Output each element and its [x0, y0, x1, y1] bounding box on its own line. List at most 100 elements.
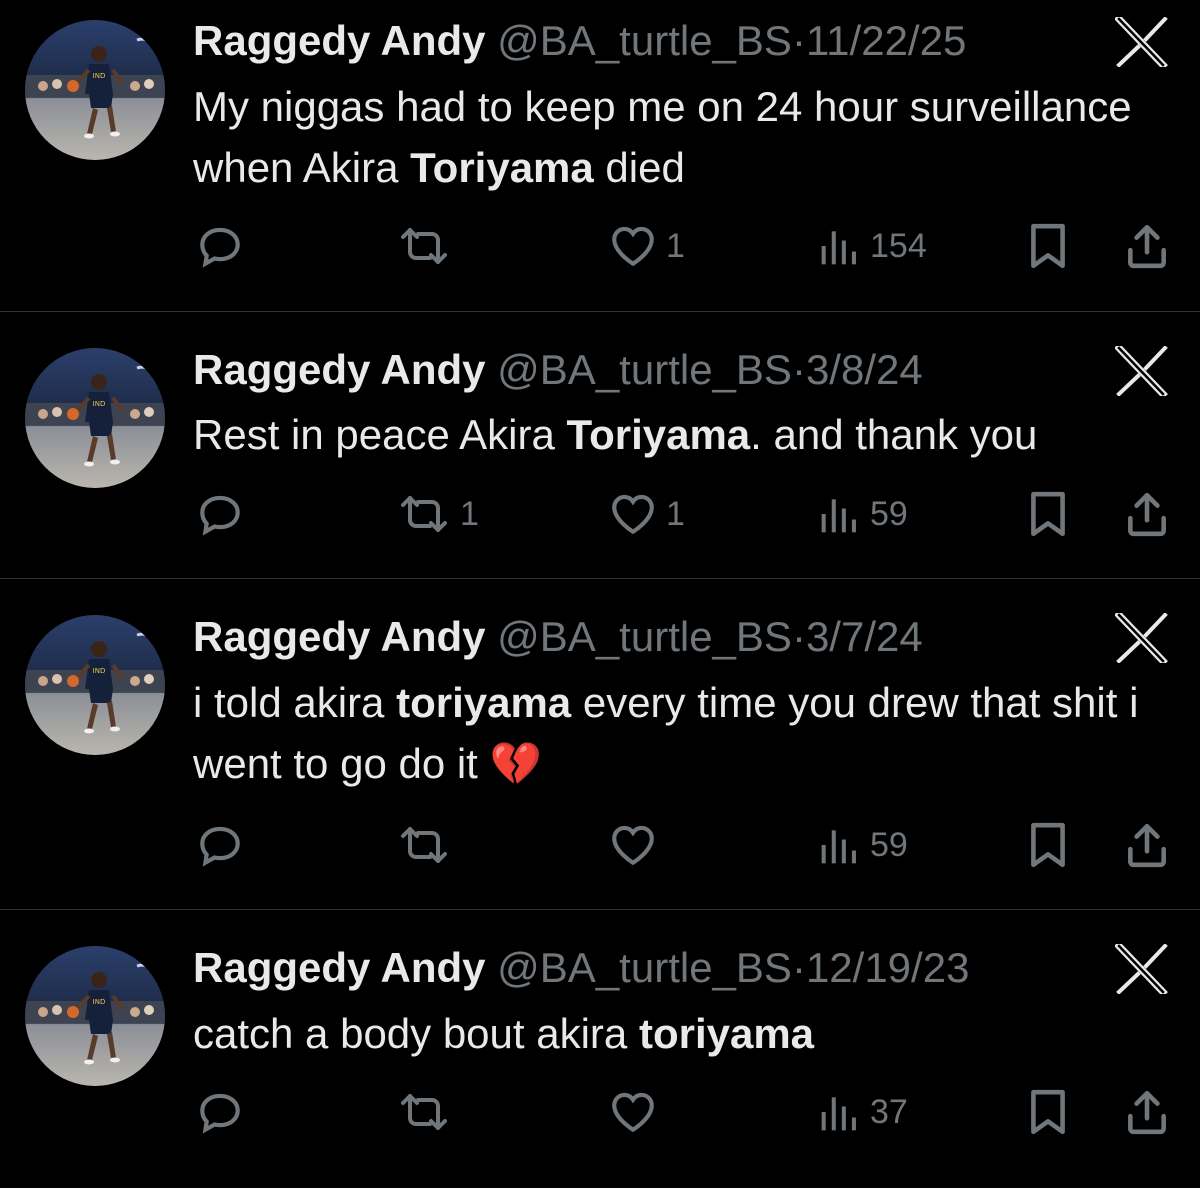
- tweet-text-segment: 💔: [489, 740, 542, 787]
- views-count: 59: [870, 494, 908, 533]
- like-button[interactable]: 1: [608, 489, 685, 539]
- bookmark-button[interactable]: [1025, 1087, 1071, 1137]
- svg-text:IND: IND: [93, 72, 106, 80]
- repost-button[interactable]: [396, 221, 460, 271]
- tweet-date[interactable]: 11/22/25: [806, 17, 966, 64]
- avatar[interactable]: IND: [25, 20, 165, 160]
- share-icon: [1124, 489, 1170, 539]
- highlighted-term: toriyama: [396, 679, 572, 726]
- tweet-date[interactable]: 3/8/24: [806, 346, 923, 393]
- tweet-text-segment: i told akira: [193, 679, 397, 726]
- tweet-date[interactable]: 12/19/23: [806, 944, 970, 991]
- tweet-text-segment: Rest in peace Akira: [193, 411, 567, 458]
- repost-button[interactable]: 1: [396, 489, 479, 539]
- svg-text:IND: IND: [93, 667, 106, 675]
- heart-icon: [608, 221, 658, 271]
- views-button[interactable]: 37: [818, 1090, 908, 1134]
- bookmark-button[interactable]: [1025, 820, 1071, 870]
- repost-icon: [396, 489, 452, 539]
- like-button[interactable]: [608, 820, 666, 870]
- separator-dot: ·: [791, 346, 806, 393]
- repost-button[interactable]: [396, 1087, 460, 1137]
- reply-icon: [195, 820, 245, 870]
- tweet-text: i told akira toriyama every time you dre…: [193, 672, 1183, 794]
- bookmark-button[interactable]: [1025, 221, 1071, 271]
- avatar[interactable]: IND: [25, 946, 165, 1086]
- heart-icon: [608, 820, 658, 870]
- views-button[interactable]: 59: [818, 492, 908, 536]
- share-button[interactable]: [1124, 221, 1170, 271]
- tweet-actions: 37: [0, 1084, 1200, 1140]
- tweet-header: Raggedy Andy @BA_turtle_BS·11/22/25: [193, 15, 966, 67]
- tweet-actions: 1 1 59: [0, 486, 1200, 542]
- bookmark-button[interactable]: [1025, 489, 1071, 539]
- reply-button[interactable]: [195, 221, 253, 271]
- avatar[interactable]: IND: [25, 615, 165, 755]
- display-name[interactable]: Raggedy Andy: [193, 613, 485, 660]
- tweet-text: My niggas had to keep me on 24 hour surv…: [193, 76, 1183, 198]
- repost-button[interactable]: [396, 820, 460, 870]
- share-icon: [1124, 1087, 1170, 1137]
- highlighted-term: Toriyama: [410, 144, 594, 191]
- reply-icon: [195, 221, 245, 271]
- bookmark-icon: [1025, 221, 1071, 271]
- tweet-divider: [0, 578, 1200, 579]
- tweet-text: catch a body bout akira toriyama: [193, 1003, 1183, 1064]
- svg-text:IND: IND: [93, 998, 106, 1006]
- tweet-text-segment: . and thank you: [750, 411, 1038, 458]
- reposts-count: 1: [460, 494, 479, 533]
- tweet-text: Rest in peace Akira Toriyama. and thank …: [193, 404, 1183, 465]
- views-icon: [818, 823, 862, 867]
- user-handle[interactable]: @BA_turtle_BS: [497, 944, 792, 991]
- highlighted-term: toriyama: [638, 1010, 815, 1057]
- tweet-actions: 59: [0, 817, 1200, 873]
- bookmark-icon: [1025, 489, 1071, 539]
- display-name[interactable]: Raggedy Andy: [193, 17, 485, 64]
- views-count: 154: [870, 226, 927, 265]
- views-count: 59: [870, 825, 908, 864]
- reply-icon: [195, 1087, 245, 1137]
- tweet-text-segment: died: [593, 144, 685, 191]
- views-count: 37: [870, 1092, 908, 1131]
- tweet-header: Raggedy Andy @BA_turtle_BS·3/8/24: [193, 344, 923, 396]
- separator-dot: ·: [791, 944, 806, 991]
- share-button[interactable]: [1124, 1087, 1170, 1137]
- user-handle[interactable]: @BA_turtle_BS: [497, 613, 792, 660]
- repost-icon: [396, 820, 452, 870]
- tweet-header: Raggedy Andy @BA_turtle_BS·12/19/23: [193, 942, 969, 994]
- x-logo-icon: [1114, 343, 1169, 399]
- tweet-text-segment: catch a body bout akira: [193, 1010, 639, 1057]
- tweet-divider: [0, 909, 1200, 910]
- x-logo-icon: [1114, 14, 1169, 70]
- like-button[interactable]: [608, 1087, 666, 1137]
- like-button[interactable]: 1: [608, 221, 685, 271]
- likes-count: 1: [666, 494, 685, 533]
- separator-dot: ·: [791, 17, 806, 64]
- reply-button[interactable]: [195, 1087, 253, 1137]
- highlighted-term: Toriyama: [566, 411, 751, 458]
- tweet-date[interactable]: 3/7/24: [806, 613, 923, 660]
- views-button[interactable]: 59: [818, 823, 908, 867]
- views-button[interactable]: 154: [818, 224, 927, 268]
- avatar[interactable]: IND: [25, 348, 165, 488]
- user-handle[interactable]: @BA_turtle_BS: [497, 346, 792, 393]
- display-name[interactable]: Raggedy Andy: [193, 944, 485, 991]
- heart-icon: [608, 1087, 658, 1137]
- x-logo-icon: [1114, 941, 1169, 997]
- views-icon: [818, 1090, 862, 1134]
- separator-dot: ·: [791, 613, 806, 660]
- views-icon: [818, 224, 862, 268]
- bookmark-icon: [1025, 820, 1071, 870]
- share-button[interactable]: [1124, 489, 1170, 539]
- reply-button[interactable]: [195, 820, 253, 870]
- repost-icon: [396, 1087, 452, 1137]
- user-handle[interactable]: @BA_turtle_BS: [497, 17, 792, 64]
- share-icon: [1124, 221, 1170, 271]
- tweet-header: Raggedy Andy @BA_turtle_BS·3/7/24: [193, 611, 923, 663]
- share-icon: [1124, 820, 1170, 870]
- share-button[interactable]: [1124, 820, 1170, 870]
- likes-count: 1: [666, 226, 685, 265]
- heart-icon: [608, 489, 658, 539]
- reply-button[interactable]: [195, 489, 253, 539]
- display-name[interactable]: Raggedy Andy: [193, 346, 485, 393]
